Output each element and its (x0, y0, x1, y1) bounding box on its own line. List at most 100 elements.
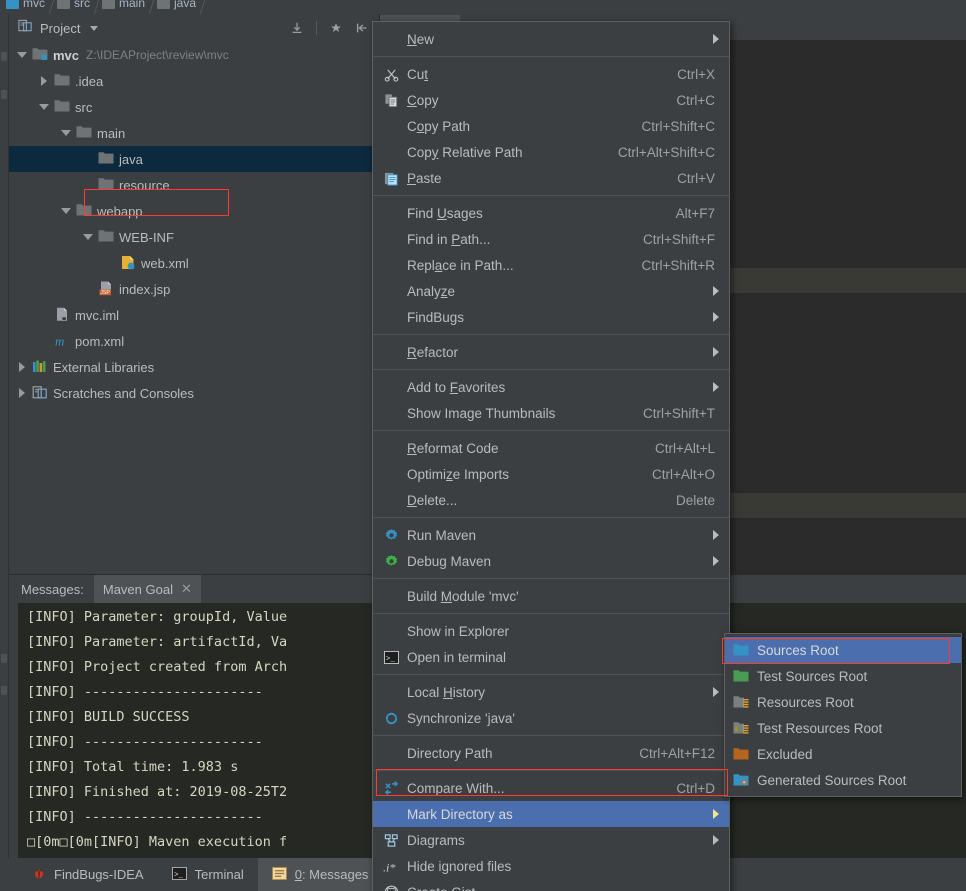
menu-item-shortcut: Ctrl+Alt+Shift+C (617, 144, 715, 160)
submenu-item-label: Sources Root (757, 642, 839, 658)
toolwindow-nub[interactable] (1, 654, 7, 663)
menu-item-open-in-terminal[interactable]: >_ Open in terminal (373, 644, 729, 670)
statusbar-item-messages[interactable]: 0: Messages (257, 858, 383, 891)
github-icon (381, 885, 401, 891)
tree-node--idea[interactable]: .idea (9, 68, 379, 94)
tree-node-java[interactable]: java (9, 146, 379, 172)
tree-node-index-jsp[interactable]: JSP index.jsp (9, 276, 379, 302)
menu-item-label: Analyze (407, 283, 456, 299)
menu-separator (373, 578, 729, 579)
tree-node-web-xml[interactable]: web.xml (9, 250, 379, 276)
menu-item-compare-with[interactable]: Compare With... Ctrl+D (373, 775, 729, 801)
folder-icon (76, 125, 92, 141)
submenu-item-generated-sources-root[interactable]: Generated Sources Root (725, 767, 961, 793)
project-tree[interactable]: mvc Z:\IDEAProject\review\mvc .idea src main… (9, 42, 379, 574)
breadcrumb-item[interactable]: src (55, 0, 95, 14)
menu-item-directory-path[interactable]: Directory Path Ctrl+Alt+F12 (373, 740, 729, 766)
submenu-item-test-resources-root[interactable]: Test Resources Root (725, 715, 961, 741)
menu-item-find-in-path[interactable]: Find in Path... Ctrl+Shift+F (373, 226, 729, 252)
menu-item-create-gist[interactable]: Create Gist... (373, 879, 729, 891)
submenu-item-excluded[interactable]: Excluded (725, 741, 961, 767)
chevron-down-icon[interactable] (83, 231, 95, 243)
menu-item-find-usages[interactable]: Find Usages Alt+F7 (373, 200, 729, 226)
menu-item-label: Reformat Code (407, 440, 499, 456)
chevron-right-icon[interactable] (39, 75, 51, 87)
menu-item-show-in-explorer[interactable]: Show in Explorer (373, 618, 729, 644)
tree-node-webapp[interactable]: webapp (9, 198, 379, 224)
project-panel-toolbar (290, 14, 379, 42)
menu-item-synchronize-java[interactable]: Synchronize 'java' (373, 705, 729, 731)
menu-item-new[interactable]: New (373, 26, 729, 52)
tree-node-resource[interactable]: resource (9, 172, 379, 198)
menu-item-optimize-imports[interactable]: Optimize Imports Ctrl+Alt+O (373, 461, 729, 487)
menu-item-local-history[interactable]: Local History (373, 679, 729, 705)
menu-item-copy-relative-path[interactable]: Copy Relative Path Ctrl+Alt+Shift+C (373, 139, 729, 165)
select-opened-file-icon[interactable] (329, 21, 343, 35)
project-panel-header: Project (9, 14, 379, 42)
submenu-item-test-sources-root[interactable]: Test Sources Root (725, 663, 961, 689)
toolwindow-nub[interactable] (1, 686, 7, 695)
menu-item-mark-directory-as[interactable]: Mark Directory as (373, 801, 729, 827)
mark-directory-as-submenu[interactable]: Sources Root Test Sources Root Resources R… (724, 633, 962, 797)
menu-item-shortcut: Ctrl+Shift+C (641, 118, 715, 134)
menu-item-delete[interactable]: Delete... Delete (373, 487, 729, 513)
left-toolwindow-strip[interactable] (0, 14, 9, 858)
statusbar-item-label: Terminal (194, 867, 244, 882)
menu-item-replace-in-path[interactable]: Replace in Path... Ctrl+Shift+R (373, 252, 729, 278)
module-folder-icon (6, 0, 19, 9)
sources-root-icon (731, 643, 751, 657)
toolwindow-nub[interactable] (1, 90, 7, 99)
folder-icon (98, 229, 114, 245)
chevron-down-icon[interactable] (90, 25, 99, 31)
toolwindow-nub[interactable] (1, 52, 7, 61)
chevron-right-icon (713, 556, 719, 566)
test-sources-root-icon (731, 669, 751, 683)
menu-item-paste[interactable]: Paste Ctrl+V (373, 165, 729, 191)
terminal-icon: >_ (171, 866, 187, 883)
menu-item-findbugs[interactable]: FindBugs (373, 304, 729, 330)
tree-node-pom-xml[interactable]: m pom.xml (9, 328, 379, 354)
statusbar-item-findbugs[interactable]: FindBugs-IDEA (18, 858, 158, 891)
tree-node-web-inf[interactable]: WEB-INF (9, 224, 379, 250)
tree-node-mvc-iml[interactable]: mvc.iml (9, 302, 379, 328)
menu-item-cut[interactable]: Cut Ctrl+X (373, 61, 729, 87)
chevron-right-icon[interactable] (17, 361, 29, 373)
menu-item-show-image-thumbnails[interactable]: Show Image Thumbnails Ctrl+Shift+T (373, 400, 729, 426)
chevron-down-icon[interactable] (61, 205, 73, 217)
menu-separator (373, 369, 729, 370)
breadcrumb-item[interactable]: java (155, 0, 201, 14)
breadcrumb-item[interactable]: main (100, 0, 150, 14)
tree-node-external-libraries[interactable]: External Libraries (9, 354, 379, 380)
menu-item-hide-ignored-files[interactable]: .i* Hide ignored files (373, 853, 729, 879)
menu-item-reformat-code[interactable]: Reformat Code Ctrl+Alt+L (373, 435, 729, 461)
chevron-right-icon[interactable] (17, 387, 29, 399)
menu-item-diagrams[interactable]: Diagrams (373, 827, 729, 853)
chevron-down-icon[interactable] (61, 127, 73, 139)
menu-item-refactor[interactable]: Refactor (373, 339, 729, 365)
menu-item-debug-maven[interactable]: Debug Maven (373, 548, 729, 574)
menu-item-copy[interactable]: Copy Ctrl+C (373, 87, 729, 113)
chevron-down-icon[interactable] (17, 49, 29, 61)
close-icon[interactable]: ✕ (181, 581, 192, 597)
breadcrumb-item[interactable]: mvc (4, 0, 50, 14)
tree-node-mvc[interactable]: mvc Z:\IDEAProject\review\mvc (9, 42, 379, 68)
menu-item-add-to-favorites[interactable]: Add to Favorites (373, 374, 729, 400)
messages-tab-maven-goal[interactable]: Maven Goal ✕ (93, 575, 201, 603)
collapse-all-icon[interactable] (290, 21, 304, 35)
menu-item-copy-path[interactable]: Copy Path Ctrl+Shift+C (373, 113, 729, 139)
tree-node-src[interactable]: src (9, 94, 379, 120)
menu-item-build-module-mvc[interactable]: Build Module 'mvc' (373, 583, 729, 609)
menu-item-run-maven[interactable]: Run Maven (373, 522, 729, 548)
tree-node-scratches-and-consoles[interactable]: Scratches and Consoles (9, 380, 379, 406)
context-menu[interactable]: New Cut Ctrl+X Copy Ctrl+C Copy Path Ctrl+Shif… (372, 21, 730, 891)
statusbar-item-terminal[interactable]: >_ Terminal (158, 858, 258, 891)
menu-item-label: Show in Explorer (407, 623, 510, 639)
tree-node-main[interactable]: main (9, 120, 379, 146)
submenu-item-resources-root[interactable]: Resources Root (725, 689, 961, 715)
menu-item-analyze[interactable]: Analyze (373, 278, 729, 304)
submenu-item-sources-root[interactable]: Sources Root (725, 637, 961, 663)
chevron-down-icon[interactable] (39, 101, 51, 113)
hide-toolwindow-icon[interactable] (355, 21, 369, 35)
terminal-icon: >_ (381, 650, 401, 664)
submenu-item-label: Test Sources Root (757, 668, 868, 684)
